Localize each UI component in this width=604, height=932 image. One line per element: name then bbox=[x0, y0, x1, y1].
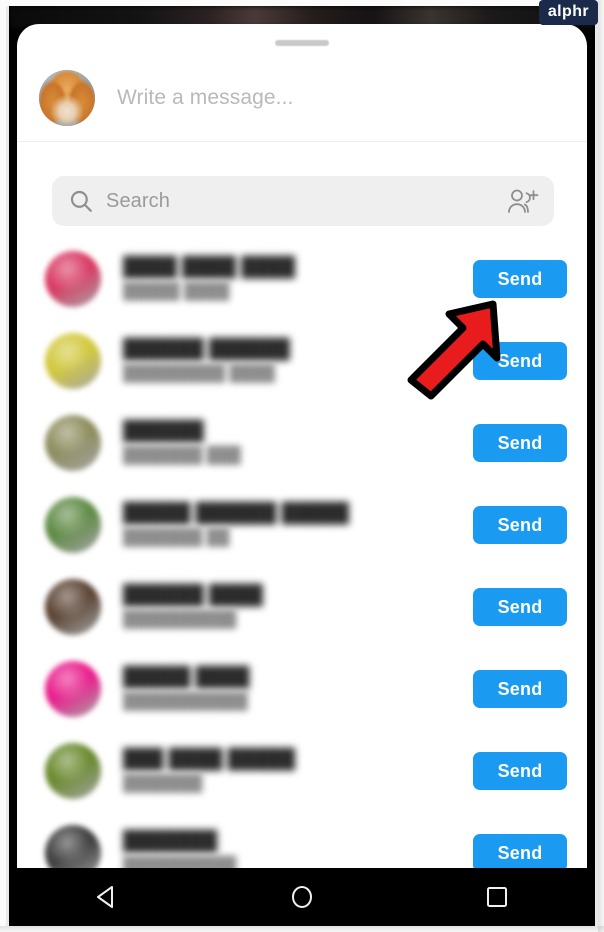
contact-name: ███ ████ █████ bbox=[123, 748, 296, 770]
contact-avatar bbox=[45, 415, 101, 471]
contact-name: ██████ bbox=[123, 420, 204, 442]
contact-name: ██████ ████ bbox=[123, 584, 263, 606]
contact-avatar bbox=[45, 743, 101, 799]
contact-handle: ███████ ███ bbox=[123, 446, 241, 464]
search-icon bbox=[68, 188, 94, 214]
contact-name: ███████ bbox=[123, 830, 218, 852]
contact-row[interactable]: ███ ████ █████ ███████ Send bbox=[17, 730, 587, 812]
back-triangle-icon[interactable] bbox=[79, 877, 135, 917]
send-button[interactable]: Send bbox=[473, 588, 567, 626]
send-button[interactable]: Send bbox=[473, 342, 567, 380]
contact-row[interactable]: ██████ ██████ █████████ ████ Send bbox=[17, 320, 587, 402]
send-button[interactable]: Send bbox=[473, 424, 567, 462]
contact-name: █████ ██████ █████ bbox=[123, 502, 349, 524]
message-composer[interactable]: Write a message... bbox=[17, 54, 587, 142]
contact-avatar bbox=[45, 333, 101, 389]
send-button[interactable]: Send bbox=[473, 670, 567, 708]
contact-avatar bbox=[45, 251, 101, 307]
contact-text: ████ ████ ████ █████ ████ bbox=[123, 257, 473, 302]
send-button[interactable]: Send bbox=[473, 752, 567, 790]
contact-text: ███ ████ █████ ███████ bbox=[123, 749, 473, 794]
contact-text: █████ ██████ █████ ███████ ██ bbox=[123, 503, 473, 548]
contact-name: █████ ████ bbox=[123, 666, 250, 688]
dog-profile-photo bbox=[39, 69, 95, 126]
contact-handle: ███████ bbox=[123, 774, 203, 792]
sheet-drag-handle[interactable] bbox=[275, 40, 329, 46]
contact-row[interactable]: ██████ ████ ██████████ Send bbox=[17, 566, 587, 648]
contact-text: ██████ ███████ ███ bbox=[123, 421, 473, 466]
alphr-watermark: alphr bbox=[538, 0, 598, 25]
contact-handle: █████████ ████ bbox=[123, 364, 275, 382]
search-row: Search bbox=[52, 176, 554, 226]
home-circle-icon[interactable] bbox=[274, 877, 330, 917]
frame-shadow-bottom bbox=[0, 926, 604, 932]
android-navigation-bar bbox=[9, 868, 595, 926]
recents-square-icon[interactable] bbox=[469, 877, 525, 917]
send-button[interactable]: Send bbox=[473, 260, 567, 298]
avatar bbox=[39, 69, 95, 126]
contact-row[interactable]: ██████ ███████ ███ Send bbox=[17, 402, 587, 484]
screenshot-root: Write a message... Search ████ ████ ████… bbox=[0, 0, 604, 932]
contact-avatar bbox=[45, 661, 101, 717]
contact-row[interactable]: █████ ██████ █████ ███████ ██ Send bbox=[17, 484, 587, 566]
contact-text: ██████ ████ ██████████ bbox=[123, 585, 473, 630]
contact-row[interactable]: █████ ████ ███████████ Send bbox=[17, 648, 587, 730]
search-placeholder-text: Search bbox=[106, 189, 170, 212]
phone-screen: Write a message... Search ████ ████ ████… bbox=[9, 6, 595, 926]
contact-row[interactable]: ███████ ██████████ Send bbox=[17, 812, 587, 875]
contact-handle: ███████████ bbox=[123, 692, 248, 710]
contact-handle: ██████████ bbox=[123, 610, 237, 628]
contact-text: ██████ ██████ █████████ ████ bbox=[123, 339, 473, 384]
contact-handle: ███████ ██ bbox=[123, 528, 230, 546]
frame-shadow-right bbox=[598, 0, 604, 932]
send-button[interactable]: Send bbox=[473, 834, 567, 872]
contact-avatar bbox=[45, 497, 101, 553]
contact-row[interactable]: ████ ████ ████ █████ ████ Send bbox=[17, 238, 587, 320]
contact-handle: █████ ████ bbox=[123, 282, 230, 300]
share-bottom-sheet: Write a message... Search ████ ████ ████… bbox=[17, 24, 587, 875]
contact-text: █████ ████ ███████████ bbox=[123, 667, 473, 712]
message-input-placeholder[interactable]: Write a message... bbox=[117, 86, 293, 110]
contact-avatar bbox=[45, 579, 101, 635]
search-input[interactable]: Search bbox=[52, 176, 554, 226]
contact-name: ██████ ██████ bbox=[123, 338, 290, 360]
add-people-icon[interactable] bbox=[506, 187, 540, 215]
contact-name: ████ ████ ████ bbox=[123, 256, 296, 278]
send-button[interactable]: Send bbox=[473, 506, 567, 544]
contact-list[interactable]: ████ ████ ████ █████ ████ Send ██████ █████… bbox=[17, 238, 587, 875]
